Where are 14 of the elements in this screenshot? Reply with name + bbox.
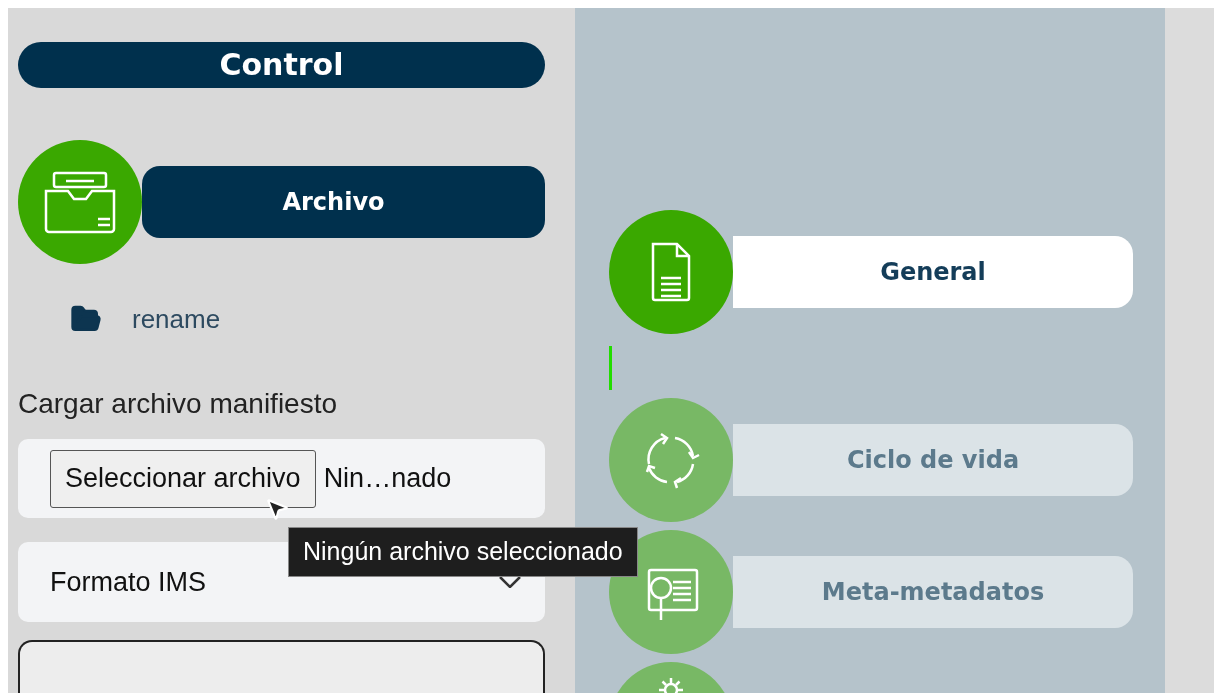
archive-tab[interactable]: Archivo [142,165,545,238]
file-name[interactable]: rename [132,299,221,339]
control-title: Control [18,42,545,88]
chevron-down-icon [499,576,521,589]
section-tab[interactable]: Meta-metadatos [733,556,1133,628]
mouse-pointer-icon [264,496,290,522]
file-input[interactable]: Seleccionar archivo Nin…nado [18,438,545,519]
tooltip: Ningún archivo seleccionado [288,527,638,577]
choose-file-button[interactable]: Seleccionar archivo [50,449,316,508]
section-tab[interactable]: General [733,236,1133,308]
upload-label: Cargar archivo manifiesto [18,386,339,421]
section-tab[interactable]: Ciclo de vida [733,424,1133,496]
file-status: Nin…nado [323,462,452,496]
generate-button[interactable] [18,639,545,693]
